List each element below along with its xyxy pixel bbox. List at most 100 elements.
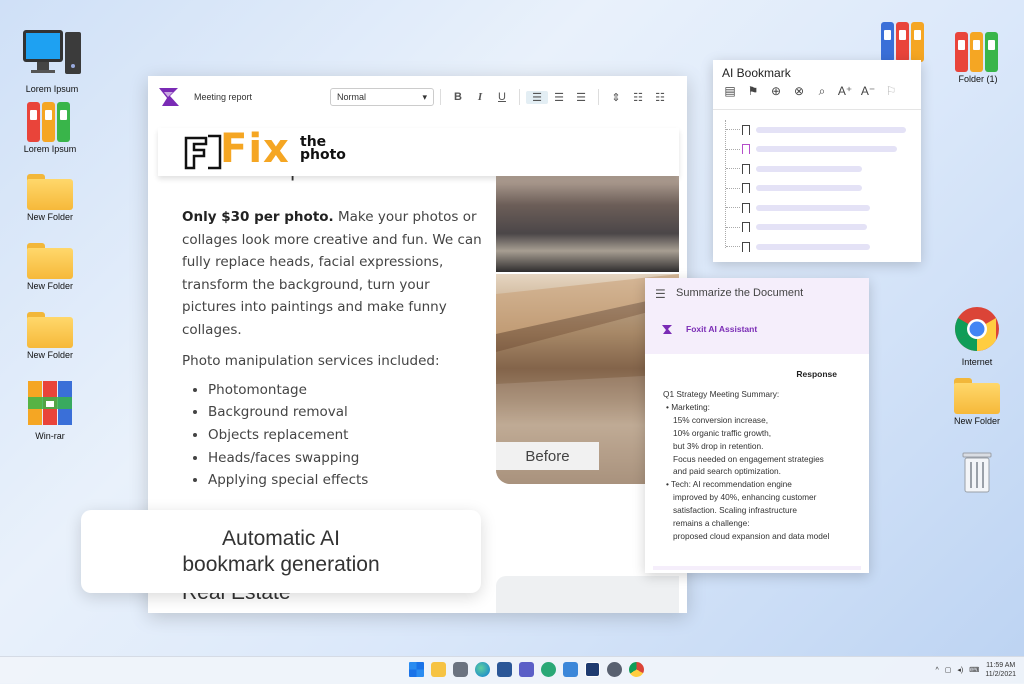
document-body: Only $30 per photo. Make your photos or …: [182, 206, 482, 492]
bookmark-flag-icon: [742, 222, 750, 236]
ai-summary-panel: ☰ Summarize the Document Foxit AI Assist…: [645, 278, 869, 573]
bookmark-item[interactable]: [726, 159, 862, 178]
list-icon[interactable]: ▤: [722, 84, 738, 99]
tree-connector: [726, 187, 740, 189]
italic-button[interactable]: I: [469, 91, 491, 103]
response-line: 15% conversion increase,: [673, 414, 769, 425]
font-increase-icon[interactable]: A⁺: [837, 84, 853, 99]
align-left-icon[interactable]: ☰: [526, 90, 548, 104]
delete-bookmark-icon[interactable]: ⊗: [791, 84, 807, 99]
desktop-icon-folder[interactable]: New Folder: [18, 174, 82, 222]
response-text: Q1 Strategy Meeting Summary: • Marketing:…: [663, 388, 859, 543]
tree-connector: [726, 207, 740, 208]
numbered-list-icon[interactable]: ☷: [649, 91, 671, 104]
edge-icon[interactable]: [475, 662, 490, 677]
maps-icon[interactable]: [541, 662, 556, 677]
foxit-logo-icon: [159, 88, 179, 106]
response-line: Focus needed on engagement strategies: [673, 453, 824, 464]
bullet-list-icon[interactable]: ☷: [627, 91, 649, 104]
bookmark-item[interactable]: [726, 237, 870, 256]
desktop-icon-folder[interactable]: New Folder: [945, 378, 1009, 426]
tray-caret-icon[interactable]: ^: [935, 667, 938, 674]
desktop-icon-binders[interactable]: [872, 22, 936, 64]
search-bookmark-icon[interactable]: ⌕: [814, 84, 830, 99]
computer-icon: [23, 30, 81, 74]
teams-icon[interactable]: [519, 662, 534, 677]
intro-paragraph: Only $30 per photo. Make your photos or …: [182, 206, 482, 341]
list-item: Background removal: [208, 401, 482, 424]
caption-line-1: Automatic AI: [222, 526, 340, 550]
clock-time: 11:59 AM: [986, 662, 1016, 669]
bookmark-panel-title: AI Bookmark: [722, 66, 791, 80]
winrar-icon: [28, 381, 72, 425]
bookmark-item[interactable]: [726, 218, 867, 237]
line-spacing-icon[interactable]: ⇕: [605, 91, 627, 104]
bookmark-item[interactable]: [726, 140, 897, 159]
desktop-icon-label: Win-rar: [35, 431, 65, 441]
store-icon[interactable]: [497, 662, 512, 677]
folder-icon: [27, 174, 73, 210]
bookmark-title-placeholder: [756, 243, 870, 250]
bookmark-flag-icon: [742, 163, 750, 178]
response-line: remains a challenge:: [673, 518, 750, 529]
bold-button[interactable]: B: [447, 91, 469, 103]
foxit-app-icon[interactable]: [585, 662, 600, 677]
volume-icon[interactable]: ◂): [957, 666, 963, 674]
camera-icon[interactable]: [453, 662, 468, 677]
font-decrease-icon[interactable]: A⁻: [860, 84, 876, 99]
align-center-icon[interactable]: ☰: [548, 91, 570, 104]
caption-line-2: bookmark generation: [182, 552, 380, 576]
ai-panel-title: Summarize the Document: [676, 287, 804, 299]
desktop-icon-internet[interactable]: Internet: [945, 305, 1009, 367]
style-select-value: Normal: [337, 92, 367, 102]
intro-bold: Only $30 per photo.: [182, 209, 334, 225]
bookmark-flag-icon: [742, 241, 750, 256]
list-item: Heads/faces swapping: [208, 447, 482, 470]
notification-icon[interactable]: ▢: [945, 666, 952, 674]
system-tray: ^ ▢ ◂) ⌨ 11:59 AM 11/2/2021: [935, 661, 1016, 679]
toolbar-divider: [519, 89, 520, 105]
start-icon[interactable]: [409, 662, 424, 677]
desktop-icon-folder[interactable]: New Folder: [18, 312, 82, 360]
bookmark-flag-icon: [742, 183, 750, 197]
paragraph-style-select[interactable]: Normal ▾: [330, 88, 434, 106]
settings-icon[interactable]: [607, 662, 622, 677]
align-right-icon[interactable]: ☰: [570, 91, 592, 104]
binders-icon: [27, 102, 73, 142]
bookmark-item[interactable]: [726, 120, 906, 139]
foxit-ai-logo-icon: [662, 325, 672, 334]
underline-button[interactable]: U: [491, 91, 513, 103]
tree-connector: [726, 148, 740, 150]
banner-fix: Fix: [220, 126, 290, 172]
bookmark-icon[interactable]: ⚑: [745, 84, 761, 99]
bookmark-item[interactable]: [726, 198, 870, 217]
language-icon[interactable]: ⌨: [969, 666, 979, 674]
bookmark-title-placeholder: [756, 224, 867, 230]
add-bookmark-icon[interactable]: ⊕: [768, 84, 784, 99]
chrome-taskbar-icon[interactable]: [629, 662, 644, 677]
desktop-icon-label: New Folder: [953, 416, 1000, 426]
desktop-icon-recycle-bin[interactable]: [945, 447, 1009, 497]
desktop-icon-winrar[interactable]: Win-rar: [18, 379, 82, 441]
recycle-bin-icon: [962, 452, 992, 493]
clock[interactable]: 11:59 AM 11/2/2021: [985, 661, 1016, 679]
desktop-icon-label: New Folder: [26, 212, 73, 222]
toolbar-divider: [598, 89, 599, 105]
bookmark-divider: [713, 109, 921, 110]
desktop-icon-folder[interactable]: New Folder: [18, 243, 82, 291]
chrome-icon: [955, 307, 999, 351]
photos-icon[interactable]: [563, 662, 578, 677]
taskbar: ^ ▢ ◂) ⌨ 11:59 AM 11/2/2021: [0, 656, 1024, 684]
response-line: and paid search optimization.: [673, 466, 781, 477]
desktop-icon-binders[interactable]: Lorem Ipsum: [18, 102, 82, 154]
list-item: Applying special effects: [208, 469, 482, 492]
desktop-icon-computer[interactable]: Lorem Ipsum: [20, 28, 84, 94]
ai-bookmark-icon[interactable]: ⚐: [883, 84, 899, 99]
bookmark-item[interactable]: [726, 179, 862, 198]
hamburger-menu-icon[interactable]: ☰: [655, 287, 666, 301]
ai-panel-footer: [653, 566, 861, 570]
file-explorer-icon[interactable]: [431, 662, 446, 677]
tree-connector: [726, 168, 740, 169]
banner-the-photo: the photo: [300, 135, 346, 162]
desktop-icon-binders[interactable]: Folder (1): [946, 32, 1010, 84]
